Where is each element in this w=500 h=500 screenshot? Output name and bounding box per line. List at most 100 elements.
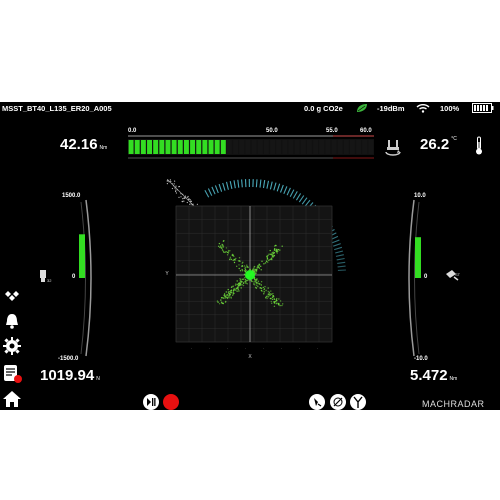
scatter-point (229, 258, 231, 261)
left-gauge (79, 199, 92, 357)
tool-view-button-2[interactable] (330, 394, 346, 410)
scatter-point (281, 304, 283, 307)
report-icon[interactable] (3, 364, 23, 389)
scatter-point (238, 257, 241, 259)
force-unit: N (96, 376, 100, 382)
torque-bar-segment (368, 140, 374, 154)
scatter-point (245, 266, 247, 268)
bending-readout: 5.472 Nm (410, 367, 457, 385)
axis-dot (175, 187, 177, 189)
play-pause-button[interactable] (143, 394, 159, 410)
torque-bar-segment (239, 140, 245, 154)
scatter-point (218, 242, 221, 245)
home-icon[interactable] (2, 390, 22, 410)
scatter-point (243, 281, 245, 284)
spindle-icon: ST (444, 268, 461, 287)
play-pause-icon (147, 398, 156, 406)
arc-tick (269, 181, 273, 190)
record-button[interactable] (163, 394, 179, 410)
scatter-point (260, 281, 263, 283)
scatter-point (220, 245, 222, 248)
fan-icon (353, 396, 363, 408)
scatter-point (224, 251, 226, 254)
scatter-point (238, 282, 241, 284)
axis-dot (170, 180, 172, 183)
scatter-point (254, 271, 256, 273)
arc-tick (335, 250, 344, 254)
force-value: 1019.94 (40, 367, 95, 384)
arc-tick (334, 246, 343, 251)
svg-text:·: · (263, 347, 264, 351)
scatter-point (221, 249, 224, 251)
scatter-point (256, 282, 259, 284)
scatter-point (235, 288, 237, 290)
torque-bar-track (128, 139, 374, 155)
scatter-point (227, 288, 229, 291)
scatter-point (246, 264, 248, 266)
axis-dot (171, 183, 173, 185)
axis-dot (187, 196, 189, 198)
torque-bar-segment (202, 140, 208, 154)
scatter-point (229, 256, 232, 258)
scatter-point (247, 266, 249, 269)
scatter-point (257, 265, 259, 267)
force-readout: 1019.94 N (40, 367, 100, 385)
scatter-point (271, 296, 274, 299)
scatter-point (236, 283, 239, 286)
torque-bar-segment (350, 140, 355, 154)
bell-icon[interactable] (3, 312, 21, 335)
axis-dot (181, 200, 183, 202)
torque-bar-segment (245, 140, 251, 154)
scatter-point (277, 303, 280, 305)
scatter-point (223, 297, 225, 299)
arc-tick (225, 181, 229, 190)
arc-tick (301, 197, 308, 205)
torque-value: 42.16 (60, 136, 98, 153)
scatter-point (255, 286, 257, 289)
scatter-point (217, 301, 219, 303)
diamond-grid-icon[interactable] (3, 290, 21, 311)
axis-dot (174, 180, 176, 182)
scatter-point (269, 294, 271, 296)
scatter-point (226, 294, 228, 296)
scatter-point (271, 302, 273, 304)
bending-unit: Nm (449, 376, 458, 382)
torque-icon (384, 138, 402, 161)
axis-dot (182, 193, 184, 195)
tool-view-button-3[interactable] (350, 394, 366, 410)
tool-view-button-1[interactable] (309, 394, 325, 410)
svg-text:·: · (209, 347, 210, 351)
scatter-point (254, 278, 256, 281)
gear-icon[interactable] (3, 337, 21, 360)
arc-tick (279, 184, 284, 193)
scatter-point (258, 263, 260, 265)
scatter-point (240, 278, 242, 280)
scatter-point (235, 283, 237, 285)
scatter-point (243, 273, 246, 276)
scatter-point (273, 298, 276, 300)
scatter-point (260, 289, 263, 292)
status-bar: MSST_BT40_L135_ER20_A005 0.0 g CO2e -19d… (0, 102, 500, 114)
scatter-point (236, 290, 238, 292)
scatter-point (234, 259, 236, 261)
svg-text:·: · (281, 347, 282, 351)
arc-tick (336, 257, 345, 261)
left-gauge-fill (79, 234, 85, 278)
torque-bar-segment (214, 140, 220, 154)
axis-dot (183, 200, 185, 202)
scatter-point (277, 248, 280, 251)
scatter-point (256, 284, 258, 286)
scatter-point (265, 297, 267, 299)
scatter-point (241, 268, 243, 271)
scatter-point (249, 268, 251, 271)
torque-readout: 42.16 Nm (60, 136, 107, 154)
torque-bar-segment (325, 140, 331, 154)
co2-readout: 0.0 g CO2e (304, 104, 343, 113)
scatter-point (237, 288, 239, 290)
scatter-point (236, 280, 238, 282)
scatter-point (241, 265, 244, 267)
scatter-point (227, 250, 230, 252)
axis-dot (191, 204, 193, 206)
battery-icon (472, 103, 494, 115)
axis-dot (190, 203, 192, 205)
